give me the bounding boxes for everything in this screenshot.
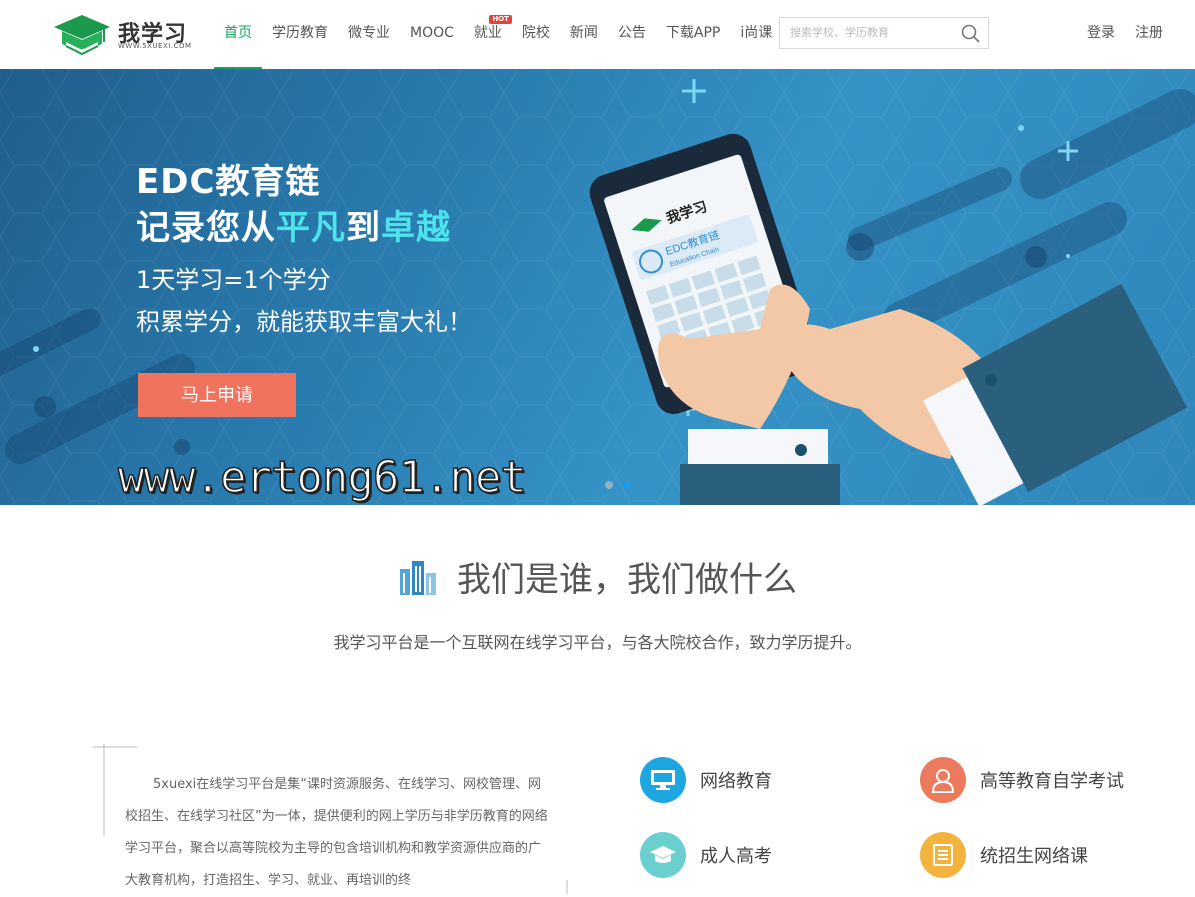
nav-home[interactable]: 首页 bbox=[214, 0, 262, 69]
intro-paragraph: 5xuexi在线学习平台是集“课时资源服务、在线学习、网校管理、网校招生、在线学… bbox=[125, 777, 548, 888]
nav-download-app[interactable]: 下载APP bbox=[656, 0, 730, 69]
slogan-part-a: 记录您从 bbox=[136, 208, 276, 248]
about-description: 我学习平台是一个互联网在线学习平台，与各大院校合作，致力学历提升。 bbox=[333, 633, 862, 652]
watermark-text: www.ertong61.net bbox=[117, 451, 527, 504]
nav-mooc[interactable]: MOOC bbox=[400, 0, 464, 69]
nav-ishangke[interactable]: i尚课 bbox=[730, 0, 782, 69]
site-logo[interactable]: 我学习 WWW.5XUEXI.COM bbox=[52, 12, 202, 58]
banner-subtitle-1: 1天学习=1个学分 bbox=[136, 266, 331, 294]
feature-online-courses[interactable]: 统招生网络课 bbox=[920, 832, 1088, 878]
banner-title: EDC教育链 bbox=[136, 162, 321, 202]
slogan-part-c: 到 bbox=[346, 208, 381, 248]
slogan-highlight-a: 平凡 bbox=[276, 208, 346, 248]
nav-micro-major[interactable]: 微专业 bbox=[338, 0, 400, 69]
nav-news[interactable]: 新闻 bbox=[560, 0, 608, 69]
feature-label: 高等教育自学考试 bbox=[980, 771, 1124, 792]
search-box bbox=[779, 17, 989, 49]
banner-slogan: 记录您从平凡到卓越 bbox=[136, 200, 451, 249]
person-icon bbox=[920, 757, 966, 803]
register-link[interactable]: 注册 bbox=[1135, 0, 1163, 66]
feature-adult-college-exam[interactable]: 成人高考 bbox=[640, 832, 772, 878]
logo-url: WWW.5XUEXI.COM bbox=[118, 42, 192, 50]
hero-banner[interactable]: 我学习 EDC教育链 Education Chain EDC教育链 记录您从平凡 bbox=[0, 69, 1195, 505]
nav-employment[interactable]: 就业 HOT bbox=[464, 0, 512, 69]
nav-schools[interactable]: 院校 bbox=[512, 0, 560, 69]
login-link[interactable]: 登录 bbox=[1087, 0, 1115, 66]
monitor-icon bbox=[640, 757, 686, 803]
hot-badge: HOT bbox=[489, 15, 512, 24]
main-nav: 首页 学历教育 微专业 MOOC 就业 HOT 院校 新闻 公告 下载APP i… bbox=[214, 0, 782, 69]
banner-subtitle-2: 积累学分，就能获取丰富大礼！ bbox=[136, 308, 472, 336]
feature-self-study-exam[interactable]: 高等教育自学考试 bbox=[920, 757, 1124, 803]
nav-employment-label: 就业 bbox=[473, 25, 502, 41]
graduation-cap-icon bbox=[640, 832, 686, 878]
feature-label: 统招生网络课 bbox=[980, 846, 1088, 867]
carousel-dot-2[interactable] bbox=[623, 481, 631, 489]
graduation-cap-logo-icon bbox=[54, 15, 110, 56]
search-icon[interactable] bbox=[960, 23, 982, 45]
nav-announcements[interactable]: 公告 bbox=[608, 0, 656, 69]
top-header: 我学习 WWW.5XUEXI.COM 首页 学历教育 微专业 MOOC 就业 H… bbox=[0, 0, 1195, 69]
feature-label: 网络教育 bbox=[700, 771, 772, 792]
document-icon bbox=[920, 832, 966, 878]
feature-online-education[interactable]: 网络教育 bbox=[640, 757, 772, 803]
apply-now-button[interactable]: 马上申请 bbox=[138, 373, 296, 417]
search-input[interactable] bbox=[780, 18, 956, 48]
building-icon bbox=[399, 560, 436, 595]
feature-label: 成人高考 bbox=[700, 846, 772, 867]
carousel-indicators bbox=[605, 481, 631, 489]
about-section-title: 我们是谁，我们做什么 bbox=[0, 552, 1195, 601]
nav-degree-education[interactable]: 学历教育 bbox=[262, 0, 338, 69]
slogan-highlight-b: 卓越 bbox=[381, 208, 451, 248]
carousel-dot-1[interactable] bbox=[605, 481, 613, 489]
about-title-text: 我们是谁，我们做什么 bbox=[457, 560, 798, 600]
